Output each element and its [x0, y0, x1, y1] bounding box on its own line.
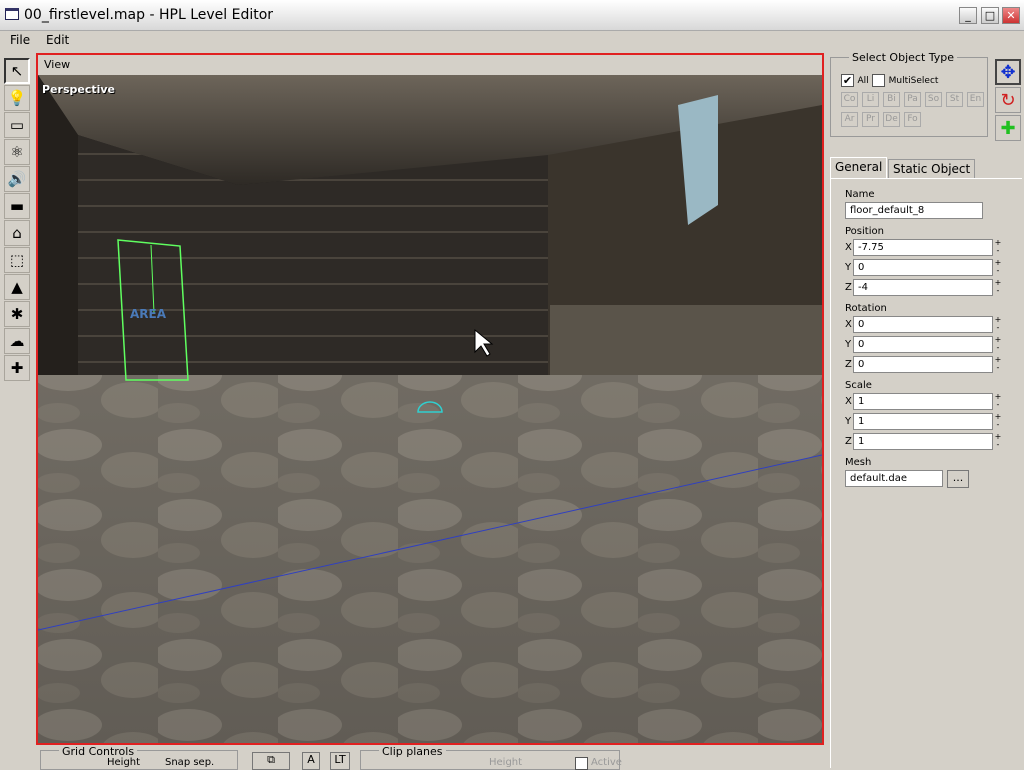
- fog-area-tool-icon[interactable]: ☁: [4, 328, 30, 354]
- all-checkbox[interactable]: ✔: [841, 73, 854, 87]
- rotation-z-input[interactable]: 0: [853, 356, 993, 373]
- title-bar: 00_firstlevel.map - HPL Level Editor _ □…: [0, 0, 1024, 31]
- rotation-y-axis-label: Y: [845, 339, 852, 350]
- clip-planes-label: Clip planes: [379, 745, 446, 758]
- snap-sep-label: Snap sep.: [165, 757, 215, 768]
- tab-general[interactable]: General: [830, 157, 888, 179]
- clip-height-label: Height: [489, 757, 523, 768]
- viewport-layout-button[interactable]: ⧉: [252, 752, 290, 770]
- rotation-x-input[interactable]: 0: [853, 316, 993, 333]
- lt-button[interactable]: LT: [330, 752, 350, 770]
- grid-height-label: Height: [107, 757, 141, 768]
- tool-palette: ↖ 💡 ▭ ⚛ 🔊 ▬ ⌂ ⬚ ▲ ✱ ☁ ✚: [4, 58, 32, 382]
- position-z-input[interactable]: -4: [853, 279, 993, 296]
- joint-tool-icon[interactable]: ✚: [4, 355, 30, 381]
- position-y-stepper[interactable]: + -: [994, 259, 1002, 275]
- rotation-x-stepper[interactable]: + -: [994, 316, 1002, 332]
- type-button-so[interactable]: So: [925, 92, 942, 107]
- decal-tool-icon[interactable]: ✱: [4, 301, 30, 327]
- position-z-axis-label: Z: [845, 282, 852, 293]
- a-button[interactable]: A: [302, 752, 320, 770]
- position-y-axis-label: Y: [845, 262, 852, 273]
- type-button-en[interactable]: En: [967, 92, 984, 107]
- scale-y-input[interactable]: 1: [853, 413, 993, 430]
- name-input[interactable]: floor_default_8: [845, 202, 983, 219]
- menu-edit[interactable]: Edit: [46, 33, 69, 47]
- translate-mode-icon[interactable]: ✥: [995, 59, 1021, 85]
- camera-mode-label: Perspective: [42, 83, 116, 96]
- light-tool-icon[interactable]: 💡: [4, 85, 30, 111]
- position-label: Position: [845, 226, 884, 237]
- type-button-bi[interactable]: Bi: [883, 92, 900, 107]
- type-button-co[interactable]: Co: [841, 92, 858, 107]
- rotation-label: Rotation: [845, 303, 887, 314]
- close-button[interactable]: ✕: [1002, 7, 1020, 24]
- scale-label: Scale: [845, 380, 872, 391]
- maximize-button[interactable]: □: [981, 7, 999, 24]
- type-button-li[interactable]: Li: [862, 92, 879, 107]
- window-title: 00_firstlevel.map - HPL Level Editor: [24, 7, 274, 23]
- position-z-stepper[interactable]: + -: [994, 279, 1002, 295]
- type-button-pa[interactable]: Pa: [904, 92, 921, 107]
- area-label: AREA: [130, 307, 167, 321]
- select-object-type-group: Select Object Type ✔ All MultiSelect Co L…: [830, 51, 988, 137]
- group-title: Select Object Type: [849, 51, 958, 64]
- position-x-axis-label: X: [845, 242, 852, 253]
- type-button-de[interactable]: De: [883, 112, 900, 127]
- mesh-input[interactable]: default.dae: [845, 470, 943, 487]
- type-button-fo[interactable]: Fo: [904, 112, 921, 127]
- properties-panel: Select Object Type ✔ All MultiSelect Co L…: [828, 51, 1024, 768]
- grid-controls-group: Grid Controls Height Snap sep.: [40, 745, 238, 770]
- particle-tool-icon[interactable]: ⚛: [4, 139, 30, 165]
- view-label: View: [44, 58, 71, 71]
- bottom-toolbar: Grid Controls Height Snap sep. ⧉ A LT Cl…: [36, 745, 824, 770]
- multiselect-checkbox[interactable]: [872, 73, 886, 87]
- position-y-input[interactable]: 0: [853, 259, 993, 276]
- scale-x-axis-label: X: [845, 396, 852, 407]
- scale-y-stepper[interactable]: + -: [994, 413, 1002, 429]
- rotation-z-axis-label: Z: [845, 359, 852, 370]
- type-button-pr[interactable]: Pr: [862, 112, 879, 127]
- area-tool-icon[interactable]: ⌂: [4, 220, 30, 246]
- general-tab-content: Name floor_default_8 Position X -7.75 + - Y 0 + - Z…: [830, 178, 1022, 768]
- scene-render: [38, 75, 822, 743]
- rotate-mode-icon[interactable]: ↻: [995, 87, 1021, 113]
- entity-tool-icon[interactable]: ▲: [4, 274, 30, 300]
- menu-file[interactable]: File: [10, 33, 30, 47]
- position-x-input[interactable]: -7.75: [853, 239, 993, 256]
- mesh-browse-button[interactable]: ...: [947, 470, 969, 488]
- type-button-st[interactable]: St: [946, 92, 963, 107]
- name-label: Name: [845, 189, 875, 200]
- scale-z-stepper[interactable]: + -: [994, 433, 1002, 449]
- billboard-tool-icon[interactable]: ▭: [4, 112, 30, 138]
- multiselect-label: MultiSelect: [888, 76, 939, 86]
- scale-x-input[interactable]: 1: [853, 393, 993, 410]
- tab-static-object[interactable]: Static Object: [888, 159, 976, 179]
- active-checkbox[interactable]: [575, 757, 588, 770]
- type-button-ar[interactable]: Ar: [841, 112, 858, 127]
- app-icon: [5, 8, 19, 20]
- all-label: All: [857, 76, 869, 86]
- scale-z-axis-label: Z: [845, 436, 852, 447]
- primitive-tool-icon[interactable]: ⬚: [4, 247, 30, 273]
- 3d-viewport[interactable]: Perspective AREA: [38, 75, 822, 743]
- minimize-button[interactable]: _: [959, 7, 977, 24]
- rotation-x-axis-label: X: [845, 319, 852, 330]
- menu-bar: File Edit: [0, 31, 1024, 51]
- clip-planes-group: Clip planes Height Active: [360, 745, 622, 770]
- scale-x-stepper[interactable]: + -: [994, 393, 1002, 409]
- active-label: Active: [591, 757, 622, 768]
- scale-mode-icon[interactable]: ✚: [995, 115, 1021, 141]
- scale-y-axis-label: Y: [845, 416, 852, 427]
- sound-tool-icon[interactable]: 🔊: [4, 166, 30, 192]
- mesh-label: Mesh: [845, 457, 872, 468]
- scale-z-input[interactable]: 1: [853, 433, 993, 450]
- rotation-z-stepper[interactable]: + -: [994, 356, 1002, 372]
- rotation-y-input[interactable]: 0: [853, 336, 993, 353]
- select-tool-icon[interactable]: ↖: [4, 58, 30, 84]
- position-x-stepper[interactable]: + -: [994, 239, 1002, 255]
- viewport-frame: View Perspective AREA: [36, 53, 824, 745]
- static-object-tool-icon[interactable]: ▬: [4, 193, 30, 219]
- rotation-y-stepper[interactable]: + -: [994, 336, 1002, 352]
